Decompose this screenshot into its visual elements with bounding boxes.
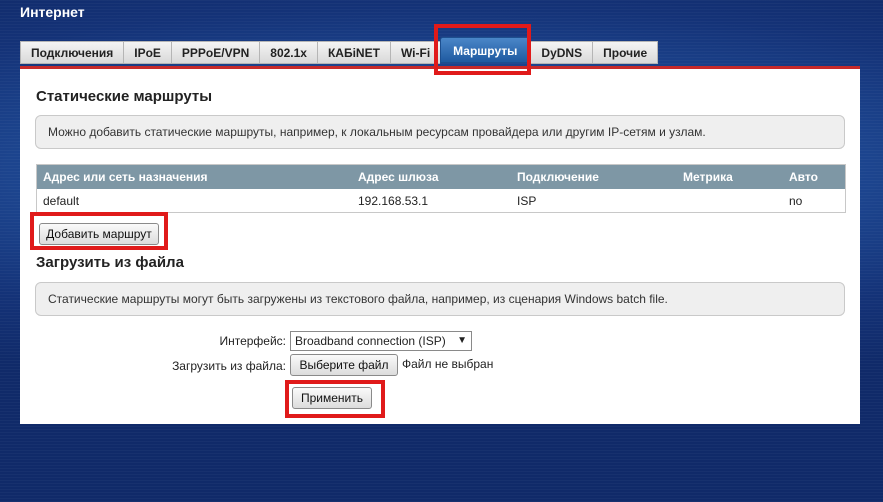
load-file-title: Загрузить из файла: [36, 254, 184, 271]
tab-kabinet[interactable]: КАБiNET: [316, 41, 390, 64]
add-route-button[interactable]: Добавить маршрут: [39, 223, 159, 245]
page-title: Интернет: [20, 4, 85, 20]
column-gateway[interactable]: Адрес шлюза: [352, 164, 511, 189]
table-row[interactable]: default 192.168.53.1 ISP no: [37, 189, 846, 213]
file-label: Загрузить из файла:: [172, 359, 286, 373]
routes-table: Адрес или сеть назначения Адрес шлюза По…: [36, 164, 846, 213]
static-routes-title: Статические маршруты: [36, 88, 213, 105]
apply-button[interactable]: Применить: [292, 387, 372, 409]
table-header-row: Адрес или сеть назначения Адрес шлюза По…: [36, 164, 846, 189]
column-connection[interactable]: Подключение: [511, 164, 677, 189]
choose-file-button[interactable]: Выберите файл: [290, 354, 398, 376]
tab-connections[interactable]: Подключения: [20, 41, 124, 64]
tab-wifi[interactable]: Wi-Fi: [389, 41, 441, 64]
load-file-info: Статические маршруты могут быть загружен…: [35, 282, 845, 316]
content-panel: Статические маршруты Можно добавить стат…: [20, 66, 860, 424]
tab-routes[interactable]: Маршруты: [440, 37, 531, 63]
tab-8021x[interactable]: 802.1x: [259, 41, 317, 64]
tab-other[interactable]: Прочие: [592, 41, 659, 64]
dropdown-arrow-icon: ▼: [457, 335, 467, 346]
cell-destination: default: [43, 193, 80, 208]
cell-connection: ISP: [517, 193, 537, 208]
tab-bar: Подключения IPoE PPPoE/VPN 802.1x КАБiNE…: [20, 37, 659, 66]
interface-select[interactable]: Broadband connection (ISP) ▼: [290, 331, 472, 351]
interface-label: Интерфейс:: [219, 334, 286, 348]
cell-auto: no: [789, 193, 803, 208]
no-file-status: Файл не выбран: [402, 357, 494, 371]
cell-gateway: 192.168.53.1: [358, 193, 429, 208]
interface-select-value: Broadband connection (ISP): [295, 334, 446, 348]
column-auto[interactable]: Авто: [783, 164, 846, 189]
tab-pppoe-vpn[interactable]: PPPoE/VPN: [170, 41, 260, 64]
column-metric[interactable]: Метрика: [677, 164, 783, 189]
cell-metric: [677, 189, 783, 213]
tab-ipoe[interactable]: IPoE: [123, 41, 171, 64]
tab-dydns[interactable]: DyDNS: [530, 41, 593, 64]
static-routes-info: Можно добавить статические маршруты, нап…: [35, 115, 845, 149]
column-destination[interactable]: Адрес или сеть назначения: [36, 164, 352, 189]
